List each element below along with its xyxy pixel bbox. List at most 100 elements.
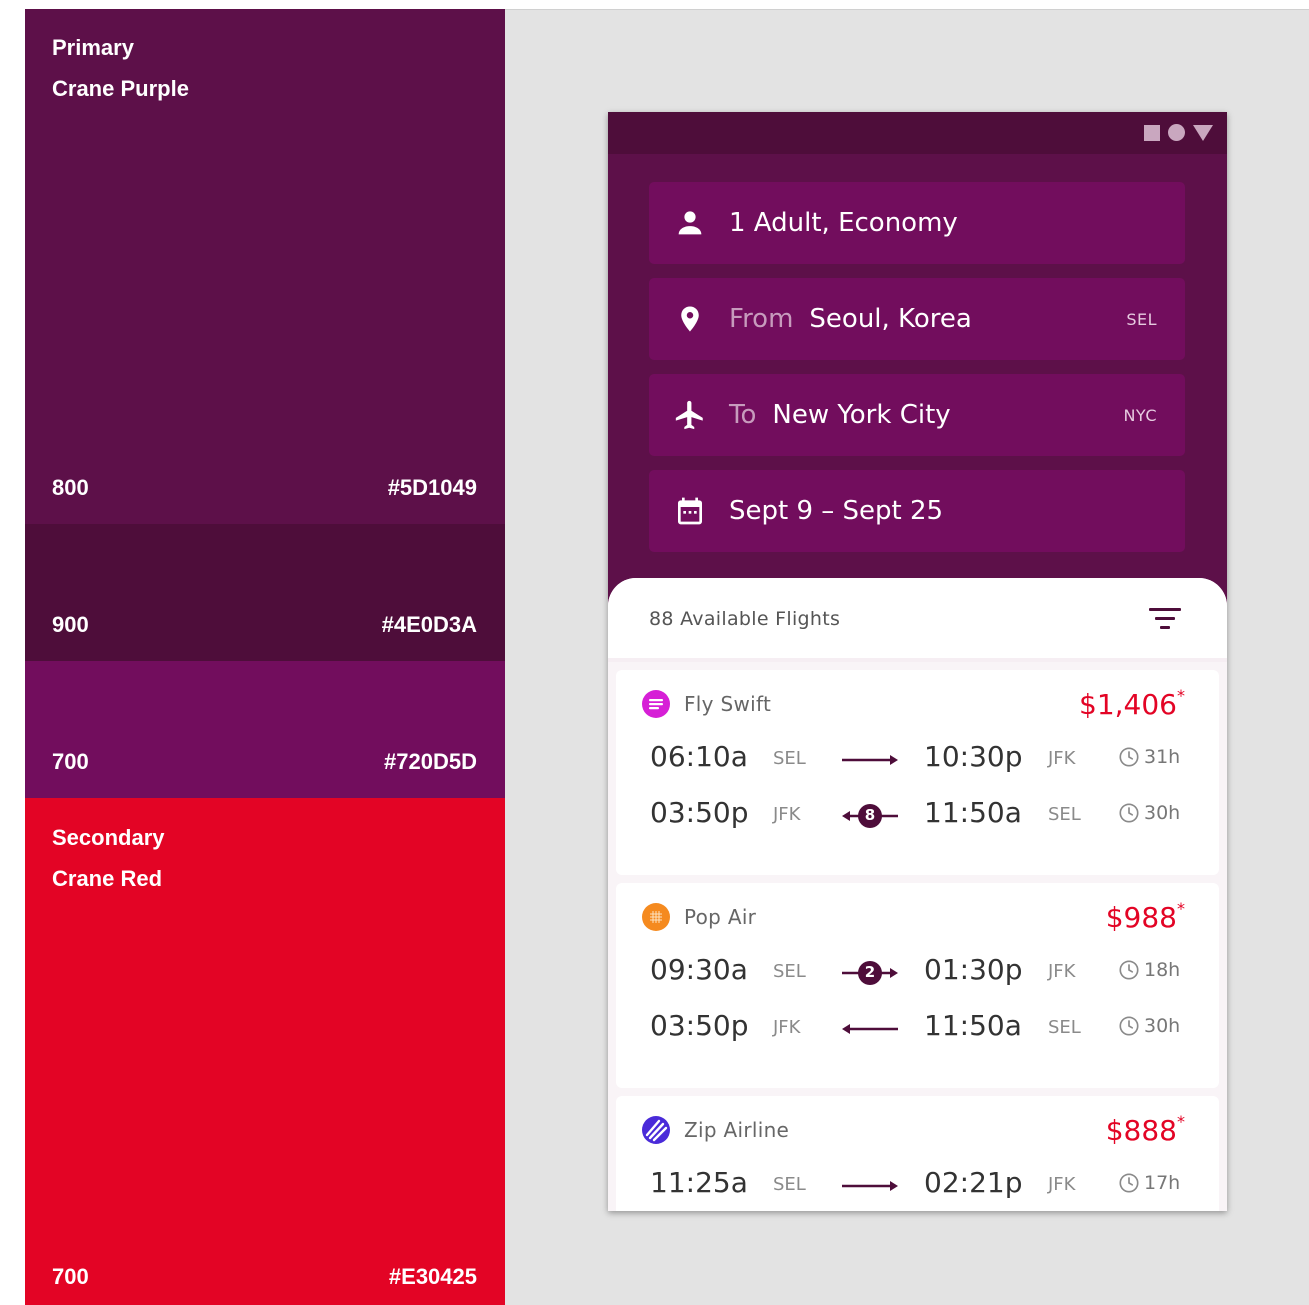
secondary-group-label: Secondary [52,825,165,850]
filter-icon[interactable] [1149,608,1181,632]
route-arrow-icon: 2 [842,959,898,987]
arrive-airport-code: SEL [1048,804,1081,825]
shade-label: 900 [52,612,89,637]
primary-group-label: Primary [52,35,134,60]
flight-duration: 30h [1118,802,1180,824]
airline-name: Pop Air [684,905,757,929]
flight-duration: 30h [1118,1015,1180,1037]
clock-icon [1119,747,1139,767]
airline: Pop Air [642,903,756,931]
to-field[interactable]: To New York City NYC [649,374,1185,456]
secondary-color-name: Crane Red [52,866,163,891]
route-arrow-icon [842,1015,898,1043]
flight-price: $988* [1106,899,1185,934]
price-value: $888 [1105,1114,1177,1147]
clock-icon [1119,960,1139,980]
flight-leg: 03:50p JFK 8 11:50a SEL 30h [616,796,1219,836]
calendar-icon [673,494,707,528]
airplane-icon [673,398,707,432]
status-bar [608,112,1227,154]
to-code: NYC [1123,405,1157,425]
dates-field[interactable]: Sept 9 – Sept 25 [649,470,1185,552]
duration-value: 17h [1144,1172,1181,1194]
hex-label: #5D1049 [387,475,477,500]
depart-airport-code: SEL [773,748,806,769]
to-value: New York City [772,400,951,430]
arrive-airport-code: JFK [1048,1174,1076,1195]
from-prefix: From [729,304,794,334]
depart-airport-code: JFK [773,1017,801,1038]
route-arrow-icon: 8 [842,802,898,830]
clock-icon [1119,1173,1139,1193]
arrive-time: 11:50a [924,1009,1022,1042]
duration-value: 31h [1144,746,1181,768]
price-footnote-mark: * [1177,1112,1185,1131]
swatch-primary-700: 700 #720D5D [25,661,505,798]
clock-icon [1119,1016,1139,1036]
depart-time: 06:10a [650,740,748,773]
airline-name: Fly Swift [684,692,772,716]
arrive-airport-code: SEL [1048,1017,1081,1038]
from-code: SEL [1126,309,1157,329]
flight-card[interactable]: Fly Swift $1,406* 06:10a SEL 10:30p JFK 31h 03:… [616,670,1219,875]
flight-card[interactable]: Pop Air $988* 09:30a SEL 2 01:30p JFK 18h 03:50p… [616,883,1219,1088]
depart-time: 11:25a [650,1166,748,1199]
arrive-time: 01:30p [924,953,1023,986]
results-sheet: 88 Available Flights Fly Swift $1,406* 06:… [608,578,1227,1211]
hex-label: #E30425 [388,1264,477,1289]
square-icon [1144,124,1160,141]
hex-label: #720D5D [384,749,477,774]
stops-count: 8 [864,806,876,824]
flight-duration: 31h [1118,746,1180,768]
arrive-time: 10:30p [924,740,1023,773]
passengers-field[interactable]: 1 Adult, Economy [649,182,1185,264]
stops-count: 2 [864,963,876,981]
flight-duration: 18h [1118,959,1180,981]
depart-airport-code: SEL [773,1174,806,1195]
flight-leg: 09:30a SEL 2 01:30p JFK 18h [616,953,1219,993]
hex-label: #4E0D3A [381,612,477,637]
depart-time: 03:50p [650,796,749,829]
dates-value: Sept 9 – Sept 25 [729,496,944,526]
airline-logo-icon [642,903,670,931]
from-field[interactable]: From Seoul, Korea SEL [649,278,1185,360]
flight-price: $1,406* [1079,686,1185,721]
shade-label: 800 [52,475,89,500]
primary-color-name: Crane Purple [52,76,189,101]
depart-airport-code: SEL [773,961,806,982]
arrive-airport-code: JFK [1048,961,1076,982]
duration-value: 30h [1144,802,1181,824]
results-header: 88 Available Flights [608,578,1227,662]
flight-price: $888* [1105,1112,1185,1147]
arrive-time: 11:50a [924,796,1022,829]
location-pin-icon [673,302,707,336]
airline: Zip Airline [642,1116,789,1144]
shade-label: 700 [52,749,89,774]
shade-label: 700 [52,1264,89,1289]
from-value: Seoul, Korea [809,304,972,334]
passengers-value: 1 Adult, Economy [729,208,958,238]
flight-leg: 11:25a SEL 02:21p JFK 17h [616,1166,1219,1206]
to-prefix: To [729,400,757,430]
depart-airport-code: JFK [773,804,801,825]
available-flights-count: 88 Available Flights [649,608,841,630]
color-palette: Primary Crane Purple 800 #5D1049 900 #4E… [25,9,505,1305]
route-arrow-icon [842,746,898,774]
airline-logo-icon [642,1116,670,1144]
arrive-airport-code: JFK [1048,748,1076,769]
triangle-icon [1193,124,1213,141]
airline-name: Zip Airline [684,1118,790,1142]
flight-card[interactable]: Zip Airline $888* 11:25a SEL 02:21p JFK 17h [616,1096,1219,1211]
depart-time: 09:30a [650,953,748,986]
price-footnote-mark: * [1177,899,1185,918]
person-icon [673,206,707,240]
price-footnote-mark: * [1177,686,1185,705]
swatch-secondary-700: Secondary Crane Red 700 #E30425 [25,798,505,1305]
clock-icon [1119,803,1139,823]
swatch-primary-900: 900 #4E0D3A [25,524,505,661]
airline-logo-icon [642,690,670,718]
route-arrow-icon [842,1172,898,1200]
duration-value: 18h [1144,959,1181,981]
swatch-primary-800: Primary Crane Purple 800 #5D1049 [25,9,505,524]
arrive-time: 02:21p [924,1166,1023,1199]
